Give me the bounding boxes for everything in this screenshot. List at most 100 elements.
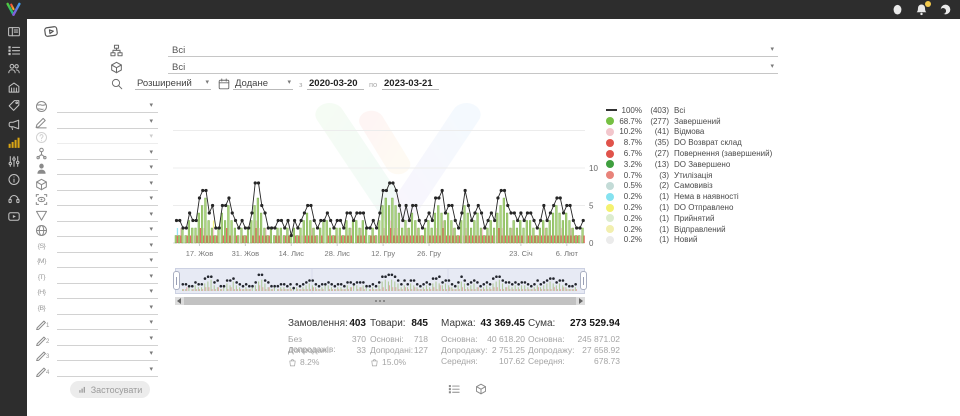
filter-row-pencil[interactable]: 1▾ <box>33 317 160 331</box>
scroll-right-icon[interactable] <box>579 298 583 304</box>
filter-row-pencil[interactable]: 2▾ <box>33 333 160 347</box>
stat-sub-label: Допродані: <box>370 345 413 356</box>
chevron-down-icon[interactable]: ▾ <box>770 63 774 70</box>
sidebar-item-info[interactable] <box>7 173 21 186</box>
legend-item[interactable]: 0.7%(3)Утилізація <box>606 170 772 181</box>
range-handle-left[interactable] <box>173 271 180 290</box>
filter-row-person[interactable]: ▾ <box>33 162 160 176</box>
filter-row-pencil[interactable]: 4▾ <box>33 364 160 378</box>
pencil-index: 2 <box>46 339 49 345</box>
chevron-down-icon: ▾ <box>205 79 209 86</box>
svg-text:0: 0 <box>589 239 594 248</box>
product-filter[interactable]: Всі ▾ <box>110 61 778 74</box>
legend-item[interactable]: 0.5%(2)Самовивіз <box>606 181 772 192</box>
sidebar-item-orders[interactable] <box>7 44 21 57</box>
filter-row-funnel[interactable]: ▾ <box>33 209 160 223</box>
filter-row-cube[interactable]: ▾ <box>33 178 160 192</box>
chevron-down-icon: ▾ <box>149 149 153 156</box>
stat-sub-label: Середня: <box>528 356 565 367</box>
legend-item[interactable]: 0.2%(1)Нема в наявності <box>606 191 772 202</box>
sidebar-item-megaphone[interactable] <box>7 118 21 131</box>
legend-item[interactable]: 3.2%(13)DO Завершено <box>606 159 772 170</box>
filter-row-globe[interactable]: ▾ <box>33 224 160 238</box>
view-products-button[interactable] <box>475 383 487 395</box>
range-handle-right[interactable] <box>580 271 587 290</box>
filter-row-question[interactable]: ▾ <box>33 131 160 145</box>
select-underline <box>233 89 293 90</box>
stat-column: Товари:845Основні:718Допродані:12715.0% <box>370 318 428 367</box>
scrollbar-thumb[interactable] <box>184 297 576 305</box>
legend-label: Нема в наявності <box>674 192 739 201</box>
date-from-input[interactable]: 2020-03-20 <box>307 77 364 90</box>
search-icon[interactable] <box>111 78 123 90</box>
legend-percent: 6.7% <box>618 149 642 158</box>
filter-row-eye[interactable]: ▾ <box>33 193 160 207</box>
filter-row-pen[interactable]: ▾ <box>33 116 160 130</box>
legend-percent: 0.5% <box>618 181 642 190</box>
chevron-down-icon: ▾ <box>149 242 153 249</box>
sidebar-item-users[interactable] <box>7 62 21 75</box>
legend-dot-swatch <box>606 150 614 158</box>
calendar-icon[interactable] <box>218 78 230 90</box>
brand-logo-icon[interactable] <box>5 2 22 17</box>
filter-row-pencil[interactable]: 3▾ <box>33 348 160 362</box>
legend-item[interactable]: 68.7%(277)Завершений <box>606 116 772 127</box>
legend-item[interactable]: 0.2%(1)Новий <box>606 235 772 246</box>
sidebar-item-tags[interactable] <box>7 99 21 112</box>
stat-sub-value: 678.73 <box>594 356 620 367</box>
sidebar-item-support[interactable] <box>7 192 21 205</box>
stat-column: Замовлення:403Без допродажів:370Допродан… <box>288 318 366 367</box>
filter-row-{S}[interactable]: {S}▾ <box>33 240 160 254</box>
user-icon[interactable] <box>891 3 904 16</box>
product-filter-value: Всі <box>172 62 185 73</box>
sidebar-item-analytics[interactable] <box>7 136 21 149</box>
date-to-input[interactable]: 2023-03-21 <box>382 77 439 90</box>
filter-row-{M}[interactable]: {M}▾ <box>33 255 160 269</box>
sidebar-item-sliders[interactable] <box>7 155 21 168</box>
pencil-index: 3 <box>46 354 49 360</box>
svg-text:23. Січ: 23. Січ <box>509 249 533 258</box>
filter-row-{B}[interactable]: {B}▾ <box>33 302 160 316</box>
sidebar-item-dashboard[interactable] <box>7 25 21 38</box>
legend-item[interactable]: 6.7%(27)Повернення (завершений) <box>606 148 772 159</box>
search-mode-select[interactable]: Розширений ▾ <box>135 77 211 90</box>
notification-badge <box>925 1 931 7</box>
select-underline <box>57 298 158 299</box>
sidebar-item-store[interactable] <box>7 81 21 94</box>
svg-text:12. Гру: 12. Гру <box>371 249 395 258</box>
date-field-select[interactable]: Додане ▾ <box>233 77 293 90</box>
stat-sub-label: Допродані: <box>288 345 331 356</box>
chart-overview[interactable] <box>175 268 585 294</box>
legend-label: Завершений <box>674 117 721 126</box>
legend-count: (1) <box>645 214 669 223</box>
legend-item[interactable]: 0.2%(1)Прийнятий <box>606 213 772 224</box>
filter-row-{T}[interactable]: {T}▾ <box>33 271 160 285</box>
legend-item[interactable]: 0.2%(1)DO Отправлено <box>606 202 772 213</box>
legend-count: (13) <box>645 160 669 169</box>
apply-button[interactable]: Застосувати <box>70 381 150 398</box>
filter-row-globe-dark[interactable]: ▾ <box>33 100 160 114</box>
avatar-icon[interactable] <box>939 3 952 16</box>
view-list-button[interactable] <box>448 383 460 395</box>
filter-row-{H}[interactable]: {H}▾ <box>33 286 160 300</box>
input-underline <box>382 89 439 90</box>
page-play-badge-icon <box>40 23 62 41</box>
legend-percent: 10.2% <box>618 127 642 136</box>
select-underline <box>57 112 158 113</box>
legend-item[interactable]: 10.2%(41)Відмова <box>606 127 772 138</box>
funnel-icon <box>35 209 48 222</box>
status-group-filter[interactable]: Всі ▾ <box>110 44 778 57</box>
pencil-index: 4 <box>46 370 49 376</box>
orders-chart[interactable]: 051017. Жов31. Жов14. Лис28. Лис12. Гру2… <box>173 94 613 266</box>
legend-item[interactable]: 100%(403)Всі <box>606 105 772 116</box>
stat-column: Маржа:43 369.45Основна:40 618.20Допродаж… <box>441 318 525 367</box>
sidebar-item-video[interactable] <box>7 210 21 223</box>
legend-item[interactable]: 8.7%(35)DO Возврат склад <box>606 137 772 148</box>
bell-icon[interactable] <box>915 3 928 16</box>
filter-row-hierarchy[interactable]: ▾ <box>33 147 160 161</box>
scroll-left-icon[interactable] <box>177 298 181 304</box>
chart-scrollbar[interactable] <box>175 297 585 305</box>
legend-item[interactable]: 0.2%(1)Відправлений <box>606 224 772 235</box>
chevron-down-icon[interactable]: ▾ <box>770 46 774 53</box>
upsell-bag-icon <box>370 358 379 367</box>
